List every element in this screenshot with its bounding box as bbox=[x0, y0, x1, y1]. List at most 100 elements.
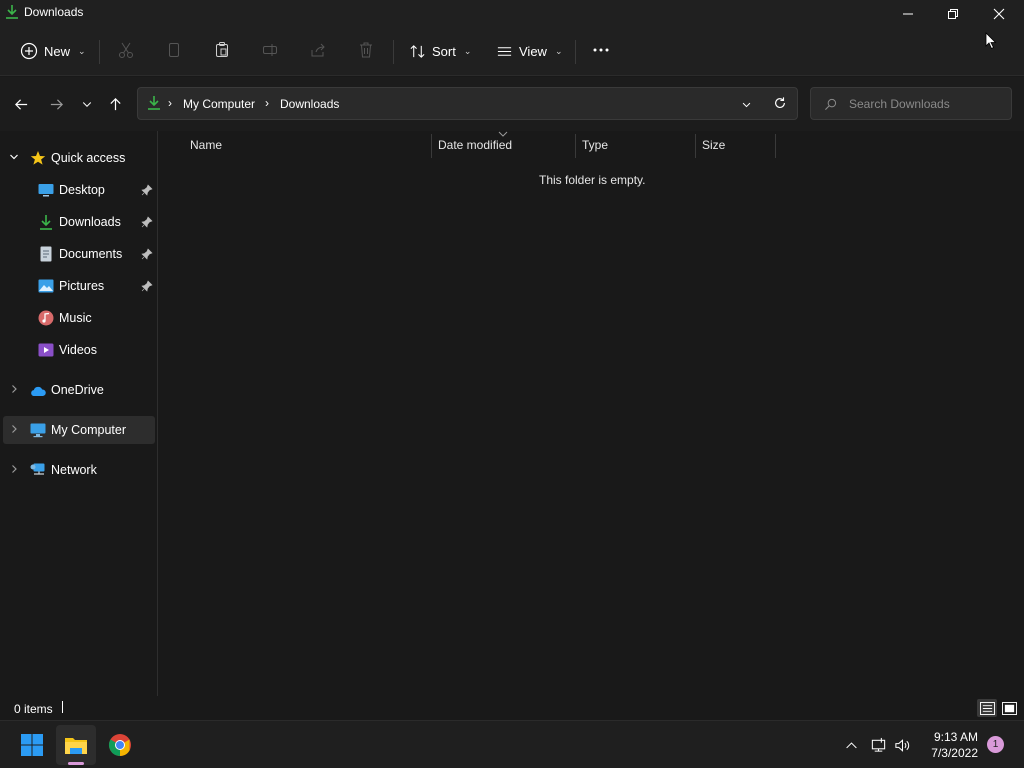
address-bar[interactable]: › My Computer › Downloads bbox=[137, 87, 798, 120]
recent-locations-button[interactable] bbox=[76, 94, 98, 114]
more-options-button[interactable] bbox=[591, 40, 611, 60]
window-title: Downloads bbox=[24, 5, 84, 19]
back-button[interactable] bbox=[10, 94, 32, 114]
sidebar-item-onedrive[interactable]: OneDrive bbox=[0, 376, 156, 404]
empty-folder-message: This folder is empty. bbox=[539, 173, 646, 187]
minimize-button[interactable] bbox=[885, 0, 931, 28]
column-header-name[interactable]: Name bbox=[190, 131, 222, 159]
taskbar: 9:13 AM 7/3/2022 1 bbox=[0, 720, 1024, 768]
search-input[interactable] bbox=[849, 96, 999, 112]
cut-button[interactable] bbox=[116, 40, 136, 60]
sort-button[interactable]: Sort ⌄ bbox=[409, 38, 471, 64]
address-history-icon[interactable] bbox=[741, 99, 752, 110]
breadcrumb-my-computer[interactable]: My Computer bbox=[183, 97, 255, 111]
document-icon bbox=[40, 246, 52, 262]
sidebar-item-downloads[interactable]: Downloads bbox=[0, 208, 156, 236]
sidebar-item-music[interactable]: Music bbox=[0, 304, 156, 332]
up-button[interactable] bbox=[104, 94, 126, 114]
copy-button[interactable] bbox=[164, 40, 184, 60]
volume-button[interactable] bbox=[893, 736, 911, 754]
sidebar-item-my-computer[interactable]: My Computer bbox=[3, 416, 155, 444]
column-divider[interactable] bbox=[775, 134, 776, 158]
toolbar-divider bbox=[99, 40, 100, 64]
sidebar-item-network[interactable]: Network bbox=[0, 456, 156, 484]
tiles-view-icon bbox=[1001, 701, 1017, 715]
new-button[interactable]: New ⌄ bbox=[20, 38, 86, 64]
mouse-cursor-icon bbox=[985, 32, 997, 50]
rename-icon bbox=[263, 44, 277, 56]
cut-icon bbox=[119, 42, 133, 58]
taskbar-file-explorer[interactable] bbox=[56, 725, 96, 765]
sidebar-item-label: OneDrive bbox=[51, 383, 104, 397]
sidebar-item-label: Quick access bbox=[51, 151, 126, 165]
sidebar-item-label: Desktop bbox=[59, 183, 105, 197]
rename-button[interactable] bbox=[260, 40, 280, 60]
arrow-right-icon bbox=[50, 98, 63, 110]
column-header-size[interactable]: Size bbox=[702, 131, 725, 159]
column-divider[interactable] bbox=[575, 134, 576, 158]
sidebar-item-label: Pictures bbox=[59, 279, 105, 293]
sidebar-item-label: Music bbox=[59, 311, 92, 325]
column-header-date-modified[interactable]: Date modified bbox=[438, 131, 512, 159]
sidebar-item-documents[interactable]: Documents bbox=[0, 240, 156, 268]
pin-icon[interactable] bbox=[141, 280, 153, 292]
desktop-icon bbox=[38, 184, 54, 197]
command-bar: New ⌄ Sort ⌄ View ⌄ bbox=[0, 26, 1024, 76]
arrow-left-icon bbox=[14, 98, 27, 110]
search-box[interactable] bbox=[810, 87, 1012, 120]
forward-button[interactable] bbox=[45, 94, 67, 114]
view-button[interactable]: View ⌄ bbox=[496, 38, 563, 64]
breadcrumb-downloads[interactable]: Downloads bbox=[280, 97, 339, 111]
clock[interactable]: 9:13 AM 7/3/2022 bbox=[918, 729, 978, 761]
paste-icon bbox=[216, 42, 228, 57]
restore-button[interactable] bbox=[930, 0, 976, 28]
taskbar-chrome[interactable] bbox=[100, 725, 140, 765]
pin-icon[interactable] bbox=[141, 184, 153, 196]
sidebar-item-pictures[interactable]: Pictures bbox=[0, 272, 156, 300]
sidebar-item-label: My Computer bbox=[51, 423, 127, 437]
toolbar-divider bbox=[575, 40, 576, 64]
breadcrumb-separator-icon: › bbox=[168, 96, 172, 110]
refresh-icon[interactable] bbox=[773, 96, 787, 110]
sidebar-item-label: Documents bbox=[59, 247, 123, 261]
column-divider[interactable] bbox=[431, 134, 432, 158]
close-button[interactable] bbox=[976, 0, 1022, 28]
details-view-button[interactable] bbox=[977, 699, 997, 717]
chevron-down-icon: ⌄ bbox=[463, 45, 472, 56]
chevron-right-icon[interactable] bbox=[9, 384, 19, 394]
network-status-button[interactable] bbox=[869, 736, 887, 754]
show-hidden-icons-button[interactable] bbox=[842, 736, 860, 754]
chevron-down-icon: ⌄ bbox=[78, 45, 86, 56]
sidebar-item-videos[interactable]: Videos bbox=[0, 336, 156, 364]
column-header-type[interactable]: Type bbox=[582, 131, 608, 159]
delete-button[interactable] bbox=[356, 40, 376, 60]
share-button[interactable] bbox=[308, 40, 328, 60]
start-button[interactable] bbox=[12, 725, 52, 765]
pin-icon[interactable] bbox=[141, 216, 153, 228]
notification-badge[interactable]: 1 bbox=[987, 736, 1004, 753]
item-count: 0 items bbox=[14, 702, 53, 716]
windows-start-icon bbox=[21, 734, 43, 756]
status-separator bbox=[62, 701, 63, 713]
pin-icon[interactable] bbox=[141, 248, 153, 260]
chevron-right-icon[interactable] bbox=[9, 464, 19, 474]
plus-circle-icon bbox=[20, 42, 38, 60]
chevron-right-icon[interactable] bbox=[9, 424, 19, 434]
sidebar-item-desktop[interactable]: Desktop bbox=[0, 176, 156, 204]
column-divider[interactable] bbox=[695, 134, 696, 158]
status-bar: 0 items bbox=[0, 696, 1024, 720]
clock-time: 9:13 AM bbox=[933, 730, 978, 744]
tiles-view-button[interactable] bbox=[999, 699, 1019, 717]
close-icon bbox=[993, 8, 1005, 20]
paste-button[interactable] bbox=[212, 40, 232, 60]
file-list[interactable]: Name Date modified Type Size This folder… bbox=[159, 131, 1024, 696]
music-icon bbox=[38, 310, 54, 326]
active-app-indicator bbox=[68, 762, 84, 765]
search-icon bbox=[824, 98, 837, 111]
chevron-down-icon[interactable] bbox=[9, 152, 19, 162]
sidebar-item-quick-access[interactable]: Quick access bbox=[0, 144, 156, 172]
download-icon bbox=[40, 215, 52, 230]
chevron-up-icon bbox=[845, 741, 857, 748]
clock-date: 7/3/2022 bbox=[931, 746, 978, 760]
navigation-pane: Quick access Desktop Downloads Documents… bbox=[0, 131, 158, 696]
